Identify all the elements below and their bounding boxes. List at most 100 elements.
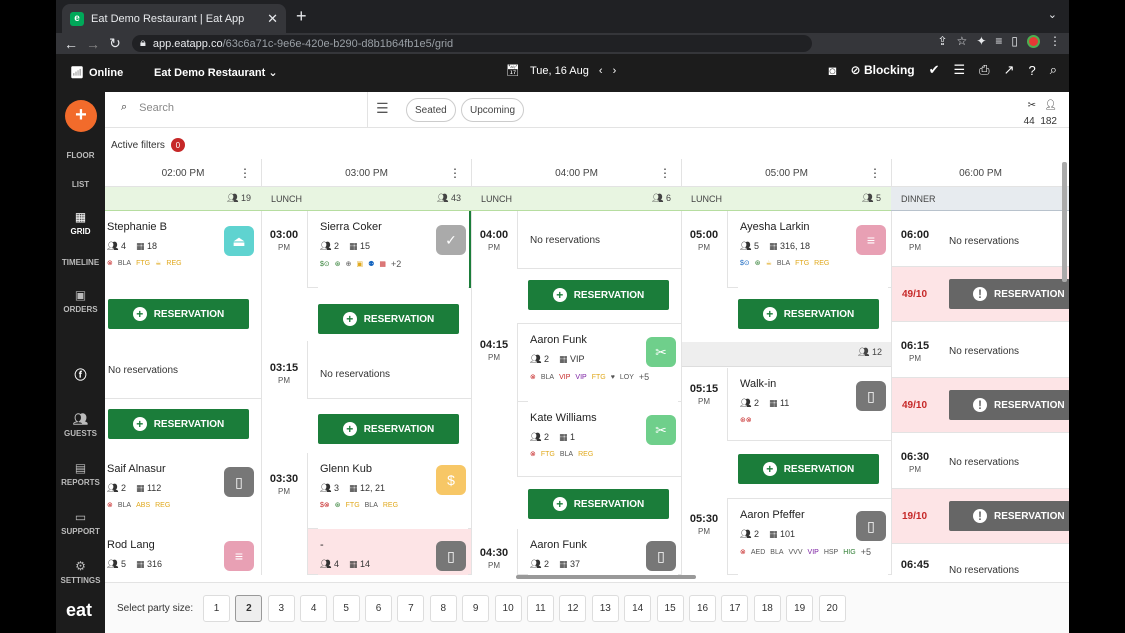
search-box[interactable]: ⌕ Search [121, 101, 174, 114]
media-icon[interactable]: ≡ [995, 34, 1002, 48]
add-reservation-button[interactable]: ! RESERVATION [949, 279, 1069, 309]
reservation-card[interactable]: - 👥︎ 4 ▦ 14 ▯ [307, 529, 472, 575]
notes-icon[interactable]: ☰ [954, 62, 966, 78]
reservation-card[interactable]: Sierra Coker 👥︎ 2 ▦ 15 $⊙ ⊛ ⊕ ▣ ⚉ ▦ +2 ✓ [307, 211, 472, 288]
reservation-card[interactable]: Saif Alnasur 👥︎ 2 ▦ 112 ⊗ BLA ABS REG ▯ [105, 453, 261, 529]
utensils-icon[interactable]: ✂ [646, 337, 676, 367]
party-size-button-11[interactable]: 11 [527, 595, 554, 622]
party-size-button-8[interactable]: 8 [429, 595, 457, 622]
social-icons[interactable]: ⓕ [56, 366, 105, 386]
party-size-button-2[interactable]: 2 [235, 595, 263, 622]
sidebar-item-timeline[interactable]: TIMELINE [56, 258, 105, 267]
calendar-icon[interactable]: 📅︎ [506, 64, 520, 77]
upcoming-filter-pill[interactable]: Upcoming [461, 98, 525, 122]
help-icon[interactable]: ? [1028, 63, 1035, 78]
share-icon[interactable]: ⇪ [937, 34, 947, 48]
more-vert-icon[interactable]: ⋮ [869, 166, 881, 180]
search-icon[interactable]: ⌕ [1050, 62, 1057, 78]
add-reservation-button[interactable]: + RESERVATION [528, 489, 669, 519]
sidebar-item-support[interactable]: ▭ SUPPORT [56, 510, 105, 536]
blocking-button[interactable]: ⊘ Blocking [851, 63, 915, 77]
more-vert-icon[interactable]: ⋮ [449, 166, 461, 180]
party-size-button-6[interactable]: 6 [365, 595, 392, 622]
add-reservation-button[interactable]: ! RESERVATION [949, 390, 1069, 420]
address-bar[interactable]: 🔒︎ app.eatapp.co/63c6a71c-9e6e-420e-b290… [132, 35, 812, 52]
party-size-button-7[interactable]: 7 [397, 595, 425, 622]
close-tab-icon[interactable]: ✕ [267, 11, 278, 27]
party-size-button-18[interactable]: 18 [753, 595, 781, 622]
sidebar-item-settings[interactable]: ⚙ SETTINGS [56, 559, 105, 585]
phone-icon[interactable]: ▯ [646, 541, 676, 571]
chair-icon[interactable]: ⏏ [224, 226, 254, 256]
vertical-scrollbar[interactable] [1062, 162, 1067, 282]
active-filters[interactable]: Active filters 0 [111, 138, 185, 152]
party-size-button-10[interactable]: 10 [494, 595, 522, 622]
search-input[interactable]: Search [139, 102, 174, 114]
utensils-icon[interactable]: ✂ [646, 415, 676, 445]
party-size-button-16[interactable]: 16 [689, 595, 716, 622]
reservation-card[interactable]: Aaron Funk 👥︎ 2 ▦ 37 ▯ [517, 529, 682, 575]
reservation-card[interactable]: Aaron Pfeffer 👥︎ 2 ▦ 101 ⊗ AED BLA VVV VIP HSP… [727, 498, 892, 575]
side-panel-icon[interactable]: ▯ [1011, 34, 1018, 48]
back-arrow-icon[interactable]: ← [60, 36, 82, 52]
new-tab-icon[interactable]: + [296, 6, 307, 27]
camera-icon[interactable]: ◙ [829, 63, 837, 78]
phone-icon[interactable]: ▯ [224, 467, 254, 497]
reservation-card[interactable]: Ayesha Larkin 👥︎ 5 ▦ 316, 18 $⊙ ⊛ ☕︎ BLA FTG R… [727, 211, 892, 288]
party-size-button-12[interactable]: 12 [559, 595, 587, 622]
party-size-button-14[interactable]: 14 [624, 595, 652, 622]
check-icon[interactable]: ✓ [436, 225, 466, 255]
party-size-button-20[interactable]: 20 [818, 595, 846, 622]
party-size-button-3[interactable]: 3 [267, 595, 295, 622]
add-reservation-button[interactable]: + RESERVATION [318, 414, 459, 444]
trend-chart-icon[interactable]: ↗ [1004, 62, 1015, 78]
date-picker[interactable]: 📅︎ Tue, 16 Aug ‹ › [506, 64, 616, 78]
add-reservation-button[interactable]: + RESERVATION [108, 299, 249, 329]
check-circle-icon[interactable]: ✔ [929, 62, 940, 78]
party-size-button-9[interactable]: 9 [462, 595, 490, 622]
more-vert-icon[interactable]: ⋮ [239, 166, 251, 180]
restaurant-selector[interactable]: Eat Demo Restaurant ⌄ [154, 66, 278, 79]
add-reservation-button[interactable]: + RESERVATION [318, 304, 459, 334]
add-reservation-button[interactable]: + RESERVATION [738, 454, 879, 484]
phone-icon[interactable]: ▯ [436, 541, 466, 571]
prev-day-chevron-icon[interactable]: ‹ [599, 65, 603, 77]
add-reservation-button[interactable]: + RESERVATION [108, 409, 249, 439]
reservation-card[interactable]: Stephanie B 👥︎ 4 ▦ 18 ⊗ BLA FTG ☕︎ REG ⏏ [105, 211, 261, 288]
phone-icon[interactable]: ▯ [856, 511, 886, 541]
browser-tab[interactable]: e Eat Demo Restaurant | Eat App ✕ [62, 4, 286, 33]
sidebar-item-guests[interactable]: 👥︎ GUESTS [56, 412, 105, 438]
add-reservation-button[interactable]: + RESERVATION [528, 280, 669, 310]
party-size-button-15[interactable]: 15 [656, 595, 684, 622]
reservation-card[interactable]: Glenn Kub 👥︎ 3 ▦ 12, 21 $⊗ ⊛ FTG BLA REG $ [307, 453, 472, 529]
more-vert-icon[interactable]: ⋮ [659, 166, 671, 180]
forward-arrow-icon[interactable]: → [82, 36, 104, 52]
reservation-card[interactable]: Aaron Funk 👥︎ 2 ▦ VIP ⊗ BLA VIP VIP FTG ♥ LOY +5… [517, 323, 682, 402]
dollar-icon[interactable]: $ [436, 465, 466, 495]
add-reservation-button[interactable]: ! RESERVATION [949, 501, 1069, 531]
add-reservation-button[interactable]: + RESERVATION [738, 299, 879, 329]
add-reservation-fab[interactable]: + [65, 100, 97, 132]
seated-filter-pill[interactable]: Seated [406, 98, 456, 122]
sidebar-item-grid[interactable]: ▦ GRID [56, 210, 105, 236]
sidebar-item-floor[interactable]: FLOOR [56, 151, 105, 160]
print-icon[interactable]: ⎙ [979, 62, 989, 78]
sidebar-item-reports[interactable]: ▤ REPORTS [56, 461, 105, 487]
party-size-button-5[interactable]: 5 [332, 595, 360, 622]
tab-menu-chevron-icon[interactable]: ⌄ [1048, 8, 1057, 21]
receipt-icon[interactable]: ≡ [856, 225, 886, 255]
filter-icon[interactable]: ☰ [376, 100, 389, 117]
reservation-card[interactable]: Kate Williams 👥︎ 2 ▦ 1 ⊗ FTG BLA REG ✂ [517, 402, 682, 477]
reload-icon[interactable]: ↻ [104, 35, 126, 52]
party-size-button-1[interactable]: 1 [203, 595, 230, 622]
profile-avatar[interactable] [1027, 34, 1040, 48]
sidebar-item-orders[interactable]: ▣ ORDERS [56, 288, 105, 314]
horizontal-scrollbar[interactable] [516, 575, 696, 579]
bookmark-star-icon[interactable]: ☆ [957, 34, 968, 48]
party-size-button-19[interactable]: 19 [786, 595, 814, 622]
reservation-card[interactable]: Rod Lang 👥︎ 5 ▦ 316 ≡ [105, 529, 261, 575]
party-size-button-4[interactable]: 4 [300, 595, 328, 622]
receipt-icon[interactable]: ≡ [224, 541, 254, 571]
sidebar-item-list[interactable]: LIST [56, 180, 105, 189]
party-size-button-13[interactable]: 13 [591, 595, 619, 622]
